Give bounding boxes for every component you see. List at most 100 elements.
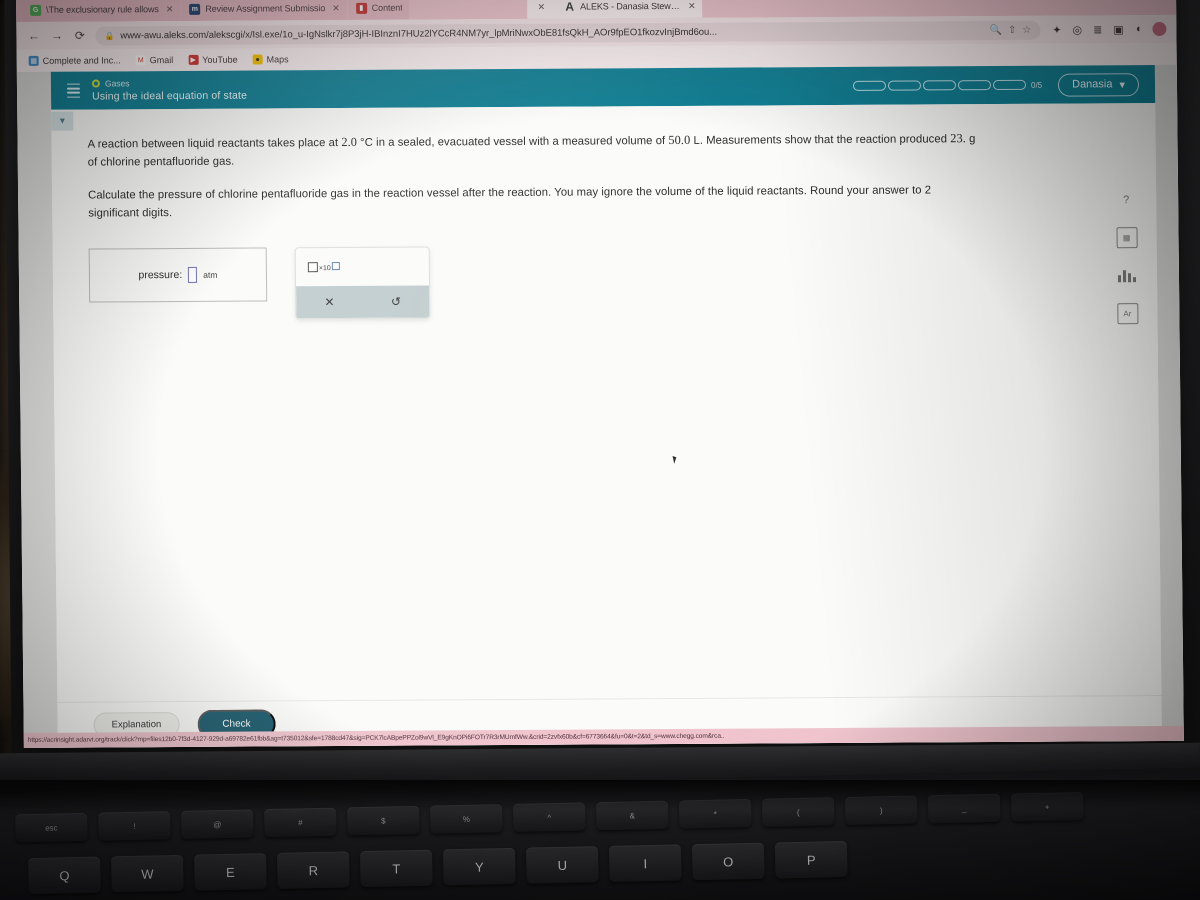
pressure-input[interactable]: [188, 267, 198, 284]
key-4[interactable]: $: [347, 805, 420, 836]
tab-favicon: A: [565, 0, 575, 14]
keyboard-number-row: esc ! @ # $ % ^ & * ( ) _ +: [15, 791, 1084, 843]
bar-chart-glyph: [1117, 269, 1137, 283]
key-equals[interactable]: +: [1010, 791, 1084, 822]
browser-tab-1[interactable]: G \The exclusionary rule allows ✕: [22, 0, 181, 22]
bookmark-maps[interactable]: ● Maps: [252, 54, 289, 65]
address-bar[interactable]: 🔒 www-awu.aleks.com/alekscgi/x/Isl.exe/1…: [95, 20, 1041, 46]
scientific-notation-button[interactable]: ×10: [307, 262, 340, 273]
key-1[interactable]: !: [98, 811, 171, 841]
page-viewport: Gases Using the ideal equation of state: [16, 64, 1184, 748]
help-icon[interactable]: ?: [1116, 189, 1137, 210]
lock-icon: 🔒: [104, 30, 115, 40]
photograph-of-laptop: G \The exclusionary rule allows ✕ m Revi…: [0, 0, 1200, 900]
maps-pin-icon: ●: [252, 54, 263, 65]
tab-close-icon[interactable]: ✕: [538, 1, 546, 12]
key-esc[interactable]: esc: [15, 812, 88, 843]
undo-button[interactable]: ↺: [363, 286, 430, 318]
chevron-down-icon: ▾: [59, 115, 65, 127]
bookmark-complete-and-inc[interactable]: ▦ Complete and Inc...: [28, 55, 121, 66]
youtube-icon: ▶: [188, 54, 199, 65]
key-q[interactable]: Q: [28, 856, 101, 895]
key-i[interactable]: I: [608, 844, 682, 882]
page-title: Using the ideal equation of state: [91, 89, 248, 103]
key-y[interactable]: Y: [442, 847, 516, 886]
collapse-panel-button[interactable]: ▾: [51, 111, 74, 131]
browser-tab-2[interactable]: m Review Assignment Submissio ✕: [181, 0, 347, 21]
answer-box[interactable]: pressure: atm: [88, 247, 268, 303]
progress-count: 0/5: [1030, 80, 1043, 90]
question-content: ▾ A reaction between liquid reactants ta…: [51, 103, 1162, 702]
user-name: Danasia: [1072, 78, 1113, 91]
browser-tab-4-active[interactable]: ✕ A ALEKS - Danasia Stewart - Lea ✕: [527, 0, 703, 19]
tab-favicon: m: [189, 3, 201, 15]
key-0[interactable]: ): [844, 795, 918, 825]
key-o[interactable]: O: [691, 842, 765, 881]
key-7[interactable]: &: [595, 800, 669, 831]
key-3[interactable]: #: [264, 807, 337, 838]
extension-note-icon[interactable]: ◖: [1135, 23, 1142, 35]
periodic-table-icon[interactable]: Ar: [1116, 303, 1138, 325]
key-w[interactable]: W: [111, 854, 184, 893]
extension-list-icon[interactable]: ≣: [1093, 23, 1102, 36]
topic-status-icon: [91, 79, 100, 88]
calculator-icon[interactable]: ▦: [1115, 227, 1138, 249]
progress-indicator: 0/5: [852, 79, 1043, 91]
forward-icon[interactable]: →: [49, 29, 64, 43]
tab-close-icon[interactable]: ✕: [166, 4, 174, 15]
bookmark-gmail[interactable]: M Gmail: [135, 55, 173, 66]
back-icon[interactable]: ←: [26, 29, 41, 43]
clear-button[interactable]: ✕: [296, 286, 363, 318]
search-icon[interactable]: 🔍: [989, 24, 1002, 35]
progress-bar: [852, 79, 1027, 91]
question-text: A reaction between liquid reactants take…: [87, 128, 978, 223]
key-e[interactable]: E: [194, 853, 267, 891]
hamburger-menu-icon[interactable]: [66, 83, 81, 99]
volume-value: 50.0: [668, 132, 691, 148]
profile-avatar[interactable]: [1152, 21, 1167, 37]
aleks-app: Gases Using the ideal equation of state: [50, 65, 1162, 748]
mouse-cursor: [670, 456, 677, 464]
extension-circle-icon[interactable]: ◎: [1072, 23, 1082, 36]
bookmark-label: YouTube: [202, 54, 238, 65]
user-menu-button[interactable]: Danasia ▾: [1057, 72, 1140, 97]
key-minus[interactable]: _: [927, 793, 1001, 824]
mass-value: 23.: [950, 131, 966, 146]
tab-favicon: G: [30, 4, 42, 16]
key-r[interactable]: R: [276, 851, 350, 889]
question-column: ▾ A reaction between liquid reactants ta…: [51, 103, 1101, 701]
tab-close-icon[interactable]: ✕: [332, 3, 340, 14]
key-u[interactable]: U: [525, 846, 599, 884]
address-bar-url: www-awu.aleks.com/alekscgi/x/Isl.exe/1o_…: [120, 26, 718, 41]
key-8[interactable]: *: [678, 798, 752, 829]
key-9[interactable]: (: [761, 797, 835, 827]
exponent-box-icon: [331, 262, 340, 271]
answer-unit: atm: [203, 269, 218, 281]
chart-icon[interactable]: [1116, 265, 1137, 286]
header-category: Gases: [91, 78, 247, 89]
extension-panel-icon[interactable]: ▣: [1113, 23, 1124, 36]
keyboard-qwerty-row: Q W E R T Y U I O P: [28, 840, 848, 895]
tab-favicon: ▮: [355, 2, 367, 14]
question-paragraph-2: Calculate the pressure of chlorine penta…: [88, 184, 932, 220]
tab-title: Review Assignment Submissio: [205, 3, 326, 14]
key-p[interactable]: P: [774, 840, 848, 879]
tab-close-icon[interactable]: ✕: [688, 0, 696, 11]
key-6[interactable]: ^: [513, 802, 586, 832]
progress-segment: [992, 79, 1027, 91]
reload-icon[interactable]: ⟳: [72, 29, 87, 43]
q1-part-b: °C in a sealed, evacuated vessel with a …: [356, 135, 669, 149]
browser-tab-3[interactable]: ▮ Content: [347, 0, 410, 20]
answer-label: pressure:: [138, 269, 183, 282]
extension-puzzle-icon[interactable]: ✦: [1052, 23, 1061, 36]
temperature-value: 2.0: [341, 134, 358, 150]
placeholder-box-icon: [307, 262, 318, 273]
bookmark-youtube[interactable]: ▶ YouTube: [188, 54, 238, 65]
share-icon[interactable]: ⇧: [1008, 24, 1017, 35]
key-2[interactable]: @: [181, 809, 254, 839]
bookmark-star-icon[interactable]: ☆: [1022, 24, 1031, 35]
key-5[interactable]: %: [430, 804, 503, 834]
tab-title: \The exclusionary rule allows: [46, 4, 159, 15]
question-paragraph-1: A reaction between liquid reactants take…: [87, 128, 977, 172]
key-t[interactable]: T: [359, 849, 433, 888]
